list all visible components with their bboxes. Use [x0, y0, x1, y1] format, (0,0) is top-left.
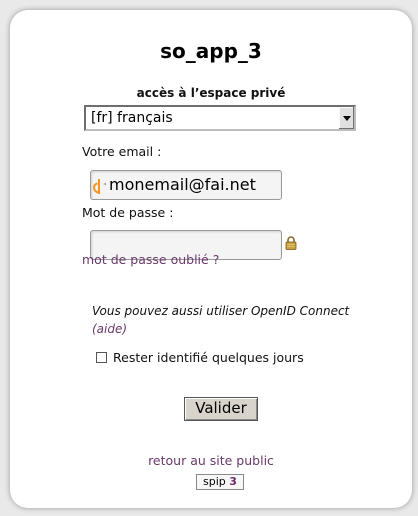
openid-note-text: Vous pouvez aussi utiliser OpenID Connec… [92, 304, 350, 318]
email-field[interactable]: monemail@fai.net [90, 170, 282, 200]
language-select[interactable]: [fr] français [84, 105, 356, 131]
email-label: Votre email : [82, 144, 162, 159]
forgot-password-link[interactable]: mot de passe oublié ? [82, 252, 219, 267]
login-card: so_app_3 accès à l’espace privé [fr] fra… [10, 10, 412, 508]
spip-badge-version: 3 [229, 475, 237, 488]
public-site-link[interactable]: retour au site public [10, 453, 412, 468]
openid-note: Vous pouvez aussi utiliser OpenID Connec… [92, 302, 382, 338]
section-label: accès à l’espace privé [136, 86, 286, 100]
openid-help-link[interactable]: (aide) [92, 322, 127, 336]
email-value: monemail@fai.net [109, 175, 256, 194]
remember-me-label[interactable]: Rester identifié quelques jours [113, 350, 304, 365]
submit-button[interactable]: Valider [184, 397, 258, 421]
openid-icon [93, 179, 106, 194]
chevron-down-icon [343, 116, 351, 121]
dropdown-arrow-button[interactable] [338, 107, 354, 129]
remember-me-checkbox[interactable] [96, 352, 107, 363]
app-title: so_app_3 [160, 39, 262, 63]
remember-me-row: Rester identifié quelques jours [96, 350, 304, 365]
lock-icon [285, 236, 297, 250]
language-select-value: [fr] français [91, 110, 173, 126]
password-label: Mot de passe : [82, 205, 174, 220]
spip-badge-text: spip [203, 475, 226, 488]
spip-badge[interactable]: spip 3 [196, 474, 244, 490]
